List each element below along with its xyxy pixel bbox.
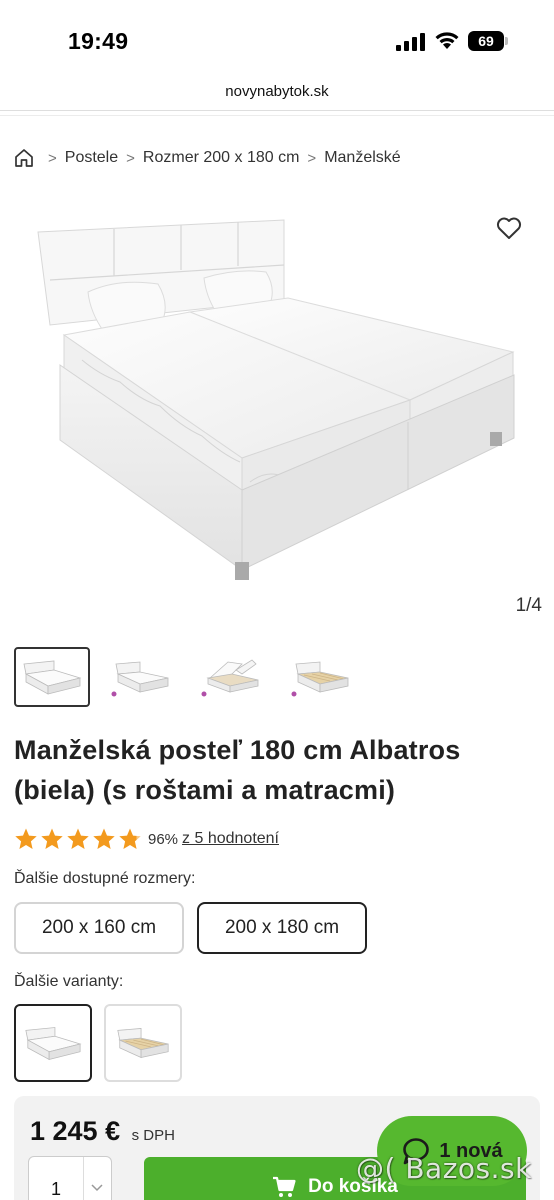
status-bar: 19:49 69 <box>0 0 554 80</box>
breadcrumb-item-manzelske[interactable]: Manželské <box>324 149 400 167</box>
toolbar-divider <box>0 110 554 116</box>
breadcrumb-separator: > <box>48 149 57 167</box>
variant-bed-icon <box>25 1027 82 1061</box>
wifi-icon <box>435 32 459 49</box>
battery-indicator: 69 <box>468 31 508 51</box>
thumbnail-bed-icon <box>201 659 259 697</box>
variant-option-2[interactable] <box>104 1004 182 1082</box>
quantity-select[interactable]: 1 <box>28 1156 112 1200</box>
breadcrumb-item-rozmer[interactable]: Rozmer 200 x 180 cm <box>143 149 300 167</box>
product-rating: 96% z 5 hodnotení <box>14 826 279 852</box>
rating-percent: 96% <box>148 830 179 848</box>
variant-option-1[interactable] <box>14 1004 92 1082</box>
quantity-divider <box>83 1157 84 1200</box>
image-counter: 1/4 <box>515 595 542 616</box>
variants-label: Ďalšie varianty: <box>14 973 124 990</box>
breadcrumb-separator: > <box>307 149 317 167</box>
home-icon[interactable] <box>14 148 34 168</box>
battery-level: 69 <box>468 31 504 51</box>
status-time: 19:49 <box>68 28 129 54</box>
price-vat-note: s DPH <box>131 1127 175 1144</box>
cart-icon <box>273 1176 296 1197</box>
url-text: novynabytok.sk <box>225 83 329 100</box>
rating-stars <box>14 827 142 851</box>
size-option-200x160[interactable]: 200 x 160 cm <box>14 902 184 954</box>
battery-tip <box>505 37 508 45</box>
thumbnail-bed-icon <box>23 660 82 695</box>
signal-icon <box>396 33 425 51</box>
thumbnail-1[interactable] <box>14 647 90 707</box>
thumbnail-3[interactable] <box>194 647 270 707</box>
address-bar[interactable]: novynabytok.sk <box>0 80 554 112</box>
price: 1 245 € s DPH <box>30 1116 175 1147</box>
breadcrumb: > Postele > Rozmer 200 x 180 cm > Manžel… <box>14 146 401 170</box>
thumbnail-bed-icon <box>111 661 169 697</box>
price-value: 1 245 € <box>30 1116 121 1146</box>
reviews-link[interactable]: z 5 hodnotení <box>182 830 279 848</box>
thumbnail-bed-icon <box>291 661 349 697</box>
breadcrumb-separator: > <box>126 149 135 167</box>
star-half-icon <box>119 828 141 849</box>
star-icon <box>93 828 115 849</box>
thumbnail-strip <box>14 647 360 707</box>
chevron-down-icon[interactable] <box>89 1181 105 1193</box>
sizes-label: Ďalšie dostupné rozmery: <box>14 870 196 887</box>
breadcrumb-item-postele[interactable]: Postele <box>65 149 118 167</box>
quantity-value: 1 <box>51 1179 62 1199</box>
star-icon <box>15 828 37 849</box>
thumbnail-4[interactable] <box>284 647 360 707</box>
size-option-200x180[interactable]: 200 x 180 cm <box>197 902 367 954</box>
product-image[interactable] <box>30 200 530 595</box>
heart-icon[interactable] <box>496 216 522 240</box>
product-title: Manželská posteľ 180 cm Albatros (biela)… <box>14 735 461 805</box>
star-icon <box>41 828 63 849</box>
watermark: @( Bazos.sk <box>356 1152 532 1185</box>
star-icon <box>67 828 89 849</box>
thumbnail-2[interactable] <box>104 647 180 707</box>
variant-bed-icon <box>117 1028 169 1059</box>
